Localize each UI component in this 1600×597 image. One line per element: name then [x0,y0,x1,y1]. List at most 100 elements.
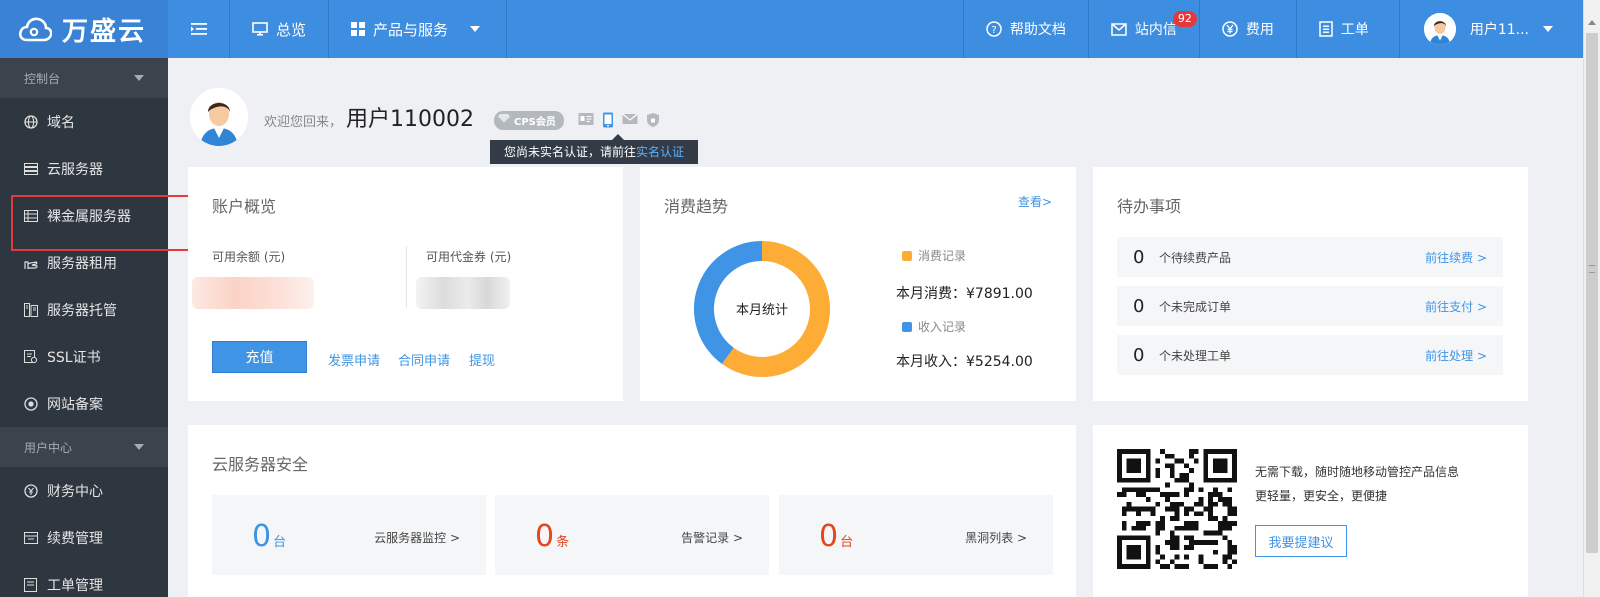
cloud-logo-icon [18,17,52,42]
real-name-auth-link[interactable]: 实名认证 [636,145,684,159]
app-line-1: 无需下载，随时随地移动管控产品信息 [1255,465,1460,479]
contract-request-link[interactable]: 合同申请 [398,350,450,369]
chevron-down-icon [134,75,144,81]
card-title: 消费趋势 [664,197,729,216]
svg-text:?: ? [991,25,996,36]
user-avatar [190,88,248,146]
sidebar-item-ticket-management[interactable]: 工单管理 [0,561,168,597]
sidebar-item-server-rental[interactable]: 服务器租用 [0,239,168,286]
nav-billing[interactable]: 费用 [1198,0,1296,58]
hosting-icon [24,302,38,317]
ticket-icon [24,577,37,592]
sidebar-section-user-center[interactable]: 用户中心 [0,427,168,467]
blackhole-list-box[interactable]: 0台 黑洞列表 > [779,495,1053,575]
help-icon: ? [986,21,1002,37]
sidebar-item-finance[interactable]: 财务中心 [0,467,168,514]
top-navbar: 万盛云 总览 产品与服务 ? 帮助文档 站内信 92 费用 工单 用户11... [0,0,1583,58]
sidebar-item-bare-metal-server[interactable]: 裸金属服务器 [0,192,168,239]
page-scrollbar[interactable] [1583,0,1600,597]
monthly-income: 本月收入：¥5254.00 [896,354,1033,370]
sidebar-item-server-hosting[interactable]: 服务器托管 [0,286,168,333]
legend-spend: 消费记录 [902,247,966,264]
todo-row-tickets: 0 个未处理工单 前往处理 > [1117,335,1503,375]
nav-overview[interactable]: 总览 [230,0,330,58]
legend-swatch [902,321,912,332]
scroll-up-arrow-icon[interactable] [1588,20,1596,25]
verification-icons [578,112,660,128]
donut-center-label: 本月统计 [736,303,788,318]
greeting-text: 欢迎您回来， [264,114,343,130]
yen-icon [1222,21,1238,37]
legend-swatch [902,250,912,261]
brand-logo[interactable]: 万盛云 [0,0,168,58]
cloud-security-card: 云服务器安全 0台 云服务器监控 > 0条 告警记录 > 0台 黑洞列表 > [188,425,1076,597]
divider [406,246,407,308]
legend-income: 收入记录 [902,318,966,335]
id-card-icon[interactable] [578,112,594,126]
suggestion-button[interactable]: 我要提建议 [1255,525,1347,557]
voucher-label: 可用代金券 (元) [426,250,512,264]
nav-help-docs[interactable]: ? 帮助文档 [962,0,1088,58]
alarm-link[interactable]: 告警记录 > [681,529,743,546]
voucher-value-redacted [416,277,510,309]
sidebar-item-ssl-certificate[interactable]: SSL证书 [0,333,168,380]
monthly-spend: 本月消费：¥7891.00 [896,286,1033,302]
nav-tickets[interactable]: 工单 [1295,0,1399,58]
blackhole-count: 0台 [819,519,854,554]
menu-toggle-button[interactable] [168,0,230,58]
user-avatar [1423,13,1456,45]
chevron-down-icon [134,444,144,450]
monitor-icon [252,21,268,36]
chevron-down-icon [470,26,481,32]
mobile-app-card: 无需下载，随时随地移动管控产品信息 更轻量，更安全，更便捷 我要提建议 [1093,425,1528,597]
alarm-count: 0条 [535,519,570,554]
go-handle-link[interactable]: 前往处理 > [1425,347,1487,364]
grid-icon [351,22,366,36]
shield-icon[interactable] [646,112,660,128]
consumption-donut-chart: 本月统计 [694,241,830,377]
record-icon [24,396,38,411]
renewal-icon [24,531,38,544]
app-line-2: 更轻量，更安全，更便捷 [1255,489,1388,503]
nav-user-menu[interactable]: 用户11... [1398,0,1583,58]
rack-icon [24,209,38,222]
chevron-down-icon [1543,26,1553,32]
sidebar-item-cloud-server[interactable]: 云服务器 [0,145,168,192]
withdraw-link[interactable]: 提现 [469,350,495,369]
phone-icon[interactable] [602,112,614,128]
go-renew-link[interactable]: 前往续费 > [1425,249,1487,266]
certificate-icon [24,349,38,363]
monitor-link[interactable]: 云服务器监控 > [374,529,460,546]
todo-row-renewal: 0 个待续费产品 前往续费 > [1117,237,1503,277]
scrollbar-grip-icon [1589,265,1595,273]
go-pay-link[interactable]: 前往支付 > [1425,298,1487,315]
menu-collapse-icon [190,23,207,35]
cps-member-badge: CPS会员 [494,110,564,130]
blackhole-link[interactable]: 黑洞列表 > [965,529,1027,546]
qr-code-image [1117,449,1237,569]
welcome-header: 欢迎您回来， 用户110002 CPS会员 [190,88,660,146]
mail-icon[interactable] [622,112,638,126]
view-trend-link[interactable]: 查看> [1018,193,1052,210]
nav-products-dropdown[interactable]: 产品与服务 [329,0,508,58]
alarm-records-box[interactable]: 0条 告警记录 > [495,495,769,575]
scrollbar-thumb[interactable] [1586,33,1598,553]
invoice-request-link[interactable]: 发票申请 [328,350,380,369]
security-monitor-box[interactable]: 0台 云服务器监控 > [212,495,486,575]
verification-tooltip: 您尚未实名认证，请前往实名认证 [490,134,699,164]
todo-card: 待办事项 0 个待续费产品 前往续费 > 0 个未完成订单 前往支付 > 0 个… [1093,167,1528,401]
balance-label: 可用余额 (元) [212,250,286,264]
brand-name: 万盛云 [62,16,147,47]
balance-value-redacted [192,277,314,309]
sidebar-item-domain[interactable]: 域名 [0,98,168,145]
recharge-button[interactable]: 充值 [212,341,307,373]
sidebar-section-console[interactable]: 控制台 [0,58,168,98]
card-title: 云服务器安全 [212,455,309,474]
sidebar-item-renewal[interactable]: 续费管理 [0,514,168,561]
card-title: 账户概览 [212,197,277,216]
consumption-trend-card: 消费趋势 查看> 本月统计 消费记录 本月消费：¥7891.00 收入记录 本月… [640,167,1076,401]
todo-row-orders: 0 个未完成订单 前往支付 > [1117,286,1503,326]
nav-messages[interactable]: 站内信 92 [1087,0,1199,58]
coin-icon [24,483,38,498]
sidebar-item-website-filing[interactable]: 网站备案 [0,380,168,427]
